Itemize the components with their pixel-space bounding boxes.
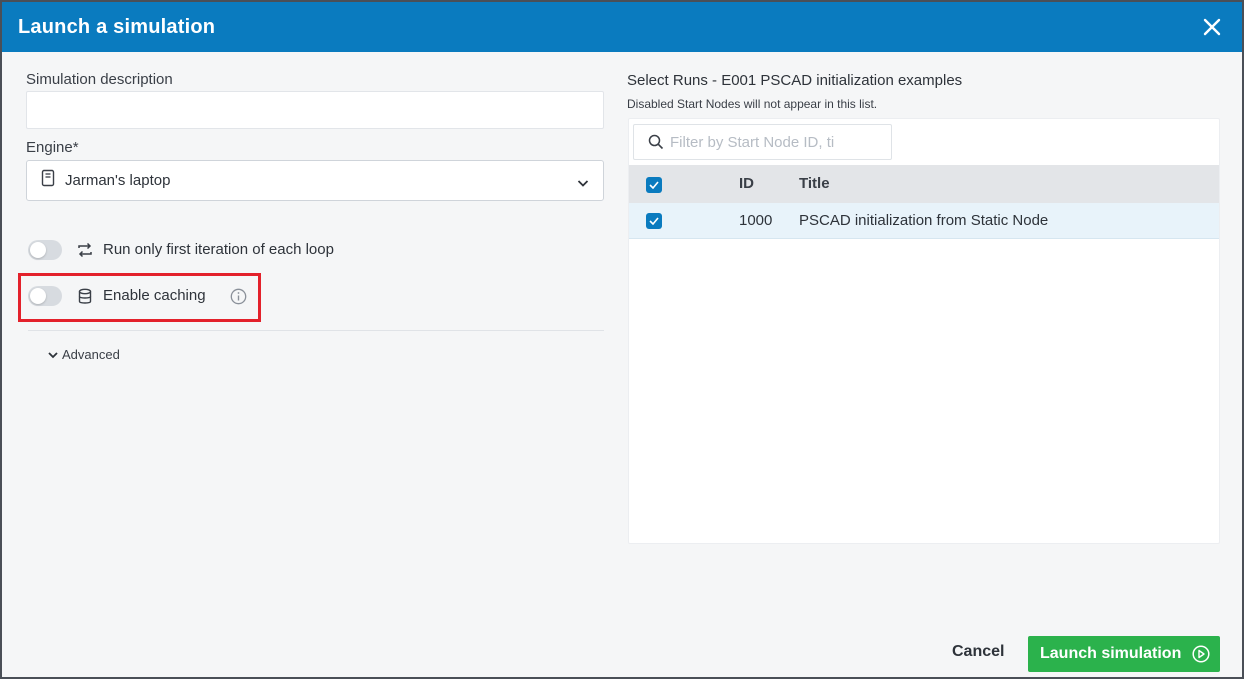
check-icon [649, 217, 659, 225]
chevron-down-icon [48, 351, 58, 358]
filter-input[interactable]: Filter by Start Node ID, ti [633, 124, 892, 160]
runs-subtitle: Disabled Start Nodes will not appear in … [627, 97, 878, 111]
check-icon [649, 181, 659, 189]
advanced-label: Advanced [62, 347, 120, 362]
row-title: PSCAD initialization from Static Node [799, 212, 1049, 229]
first-iteration-toggle[interactable] [28, 240, 62, 260]
play-circle-icon [1192, 645, 1210, 663]
dialog-title: Launch a simulation [18, 15, 216, 38]
select-all-checkbox[interactable] [646, 177, 662, 193]
table-header: ID Title [629, 165, 1219, 203]
runs-title: Select Runs - E001 PSCAD initialization … [627, 72, 963, 89]
engine-label: Engine* [26, 139, 79, 156]
divider [28, 330, 604, 331]
row-checkbox[interactable] [646, 213, 662, 229]
runs-panel: Filter by Start Node ID, ti ID Title 100… [628, 118, 1220, 544]
close-icon[interactable] [1200, 15, 1224, 39]
column-header-title[interactable]: Title [799, 175, 830, 192]
launch-label: Launch simulation [1040, 645, 1182, 662]
cancel-button[interactable]: Cancel [952, 643, 1004, 661]
highlight-box [18, 273, 261, 322]
chevron-down-icon [577, 175, 589, 193]
dialog-header: Launch a simulation [2, 2, 1242, 52]
first-iteration-label: Run only first iteration of each loop [103, 241, 334, 258]
laptop-icon [41, 169, 55, 192]
column-header-id[interactable]: ID [739, 175, 754, 192]
launch-simulation-button[interactable]: Launch simulation [1028, 636, 1220, 672]
engine-select[interactable]: Jarman's laptop [26, 160, 604, 201]
table-row[interactable]: 1000 PSCAD initialization from Static No… [629, 203, 1219, 239]
search-icon [648, 134, 664, 150]
row-id: 1000 [739, 212, 773, 229]
engine-value: Jarman's laptop [65, 172, 171, 189]
advanced-toggle[interactable]: Advanced [48, 347, 120, 362]
launch-simulation-dialog: Launch a simulation Simulation descripti… [0, 0, 1244, 679]
description-label: Simulation description [26, 71, 173, 88]
loop-icon [76, 242, 94, 263]
description-input[interactable] [26, 91, 604, 129]
filter-placeholder: Filter by Start Node ID, ti [670, 133, 835, 151]
